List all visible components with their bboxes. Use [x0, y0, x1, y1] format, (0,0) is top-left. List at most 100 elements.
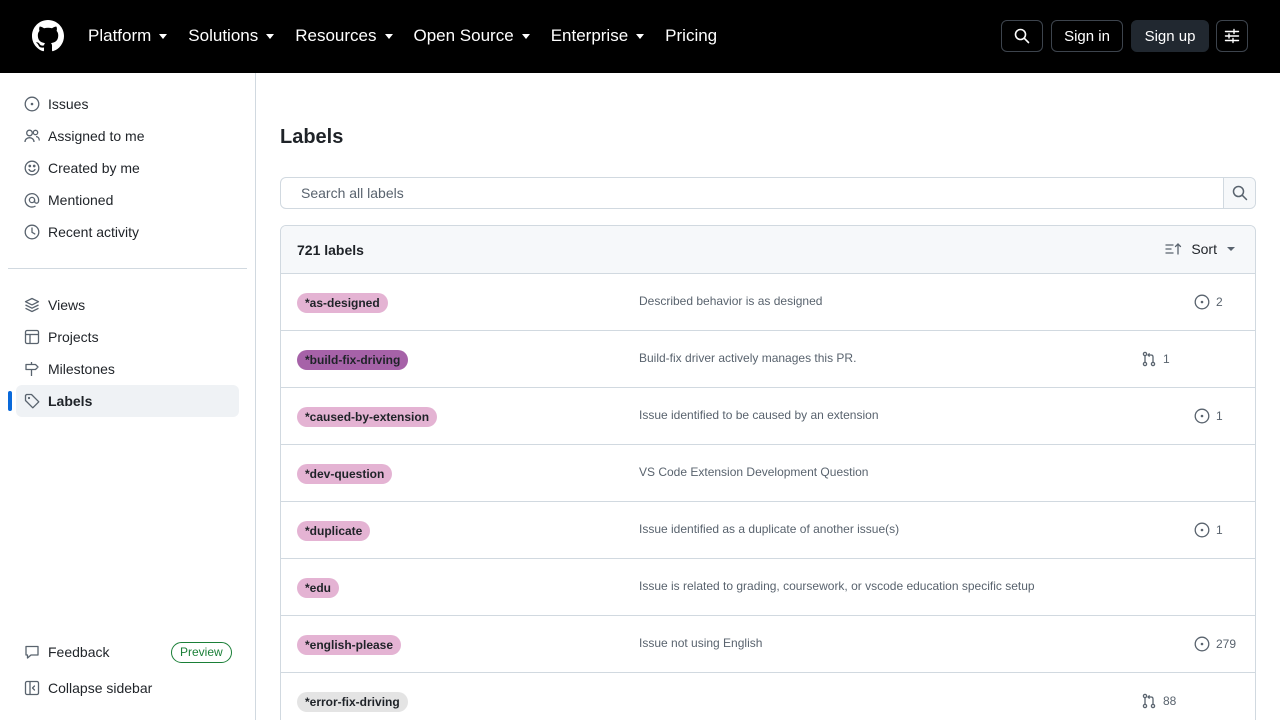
search-icon — [1232, 185, 1247, 201]
label-row: *duplicate Issue identified as a duplicat… — [281, 502, 1255, 559]
label-issue-count[interactable]: 2 — [1194, 294, 1223, 310]
label-description: Issue identified as a duplicate of anoth… — [639, 522, 900, 536]
labels-table-header: 721 labels Sort — [281, 226, 1255, 274]
sidebar-item-label: Milestones — [48, 361, 115, 377]
label-pill[interactable]: *edu — [297, 578, 340, 598]
nav-enterprise-label: Enterprise — [550, 26, 629, 45]
issue-open-icon — [1194, 294, 1210, 310]
nav-pricing[interactable]: Pricing — [665, 26, 717, 46]
label-pill[interactable]: *build-fix-driving — [297, 350, 409, 370]
sidebar-item-labels[interactable]: Labels — [8, 385, 239, 417]
sort-label: Sort — [1191, 241, 1217, 257]
people-icon — [24, 128, 40, 144]
label-count-value: 2 — [1216, 295, 1223, 309]
label-pr-count[interactable]: 88 — [1141, 693, 1176, 709]
issue-open-icon — [1194, 408, 1210, 424]
label-issue-count[interactable]: 1 — [1194, 408, 1223, 424]
stack-icon — [24, 297, 40, 313]
feedback-label: Feedback — [48, 644, 110, 660]
label-count-value: 1 — [1163, 352, 1170, 366]
label-pill[interactable]: *caused-by-extension — [297, 407, 438, 427]
sidebar-item-mentioned[interactable]: Mentioned — [16, 184, 239, 216]
label-pill[interactable]: *english-please — [297, 635, 402, 655]
label-pill[interactable]: *dev-question — [297, 464, 393, 484]
sidebar-item-label: Issues — [48, 96, 89, 112]
sidebar-item-label: Projects — [48, 329, 99, 345]
label-issue-count[interactable]: 279 — [1194, 636, 1236, 652]
nav-platform[interactable]: Platform — [88, 26, 168, 46]
top-header: Platform Solutions Resources Open Source… — [0, 0, 1280, 73]
label-description: Issue is related to grading, coursework,… — [639, 579, 1035, 593]
page-title: Labels — [280, 126, 344, 148]
label-row: *dev-question VS Code Extension Developme… — [281, 445, 1255, 502]
issue-open-icon — [24, 96, 40, 112]
label-count-value: 1 — [1216, 409, 1223, 423]
nav-solutions-label: Solutions — [188, 26, 259, 45]
sidebar-item-label: Mentioned — [48, 192, 114, 208]
chevron-down-icon — [521, 33, 530, 39]
label-issue-count[interactable]: 1 — [1194, 522, 1223, 538]
nav-solutions[interactable]: Solutions — [188, 26, 275, 46]
comment-icon — [24, 644, 40, 660]
label-count-value: 1 — [1216, 523, 1223, 537]
sidebar-item-label: Created by me — [48, 160, 140, 176]
sidebar-item-issues[interactable]: Issues — [16, 88, 239, 120]
label-row: *error-fix-driving 88 — [281, 673, 1255, 720]
sidebar-item-label: Views — [48, 297, 86, 313]
sidebar-item-label: Assigned to me — [48, 128, 145, 144]
collapse-sidebar-label: Collapse sidebar — [48, 680, 153, 696]
preview-badge: Preview — [171, 642, 232, 663]
issue-open-icon — [1194, 522, 1210, 538]
label-row: *caused-by-extension Issue identified to … — [281, 388, 1255, 445]
nav-resources-label: Resources — [295, 26, 377, 45]
sidebar-item-views[interactable]: Views — [16, 289, 239, 321]
header-search-button[interactable] — [1001, 20, 1043, 52]
label-description: Build-fix driver actively manages this P… — [639, 351, 857, 365]
sliders-icon — [1224, 28, 1240, 44]
collapse-sidebar-button[interactable]: Collapse sidebar — [16, 672, 239, 704]
nav-open-source-label: Open Source — [413, 26, 514, 45]
label-pill[interactable]: *as-designed — [297, 293, 388, 313]
pull-request-icon — [1142, 351, 1156, 367]
nav-pricing-label: Pricing — [665, 26, 718, 45]
sidebar-item-milestones[interactable]: Milestones — [16, 353, 239, 385]
labels-count: 721 labels — [297, 242, 364, 258]
search-input[interactable] — [281, 178, 1224, 208]
label-row: *as-designed Described behavior is as des… — [281, 274, 1255, 331]
search-icon — [1014, 28, 1030, 44]
label-pill[interactable]: *error-fix-driving — [297, 692, 408, 712]
nav-resources[interactable]: Resources — [295, 26, 393, 46]
sidebar-item-label: Labels — [48, 393, 93, 409]
sign-up-button[interactable]: Sign up — [1131, 20, 1209, 52]
label-description: Described behavior is as designed — [639, 294, 823, 308]
issue-open-icon — [1194, 636, 1210, 652]
label-search — [280, 177, 1256, 209]
nav-enterprise[interactable]: Enterprise — [550, 26, 645, 46]
nav-platform-label: Platform — [88, 26, 152, 45]
sidebar-item-projects[interactable]: Projects — [16, 321, 239, 353]
chevron-down-icon — [159, 33, 168, 39]
sidebar-item-assigned[interactable]: Assigned to me — [16, 120, 239, 152]
chevron-down-icon — [266, 33, 275, 39]
nav-open-source[interactable]: Open Source — [414, 26, 530, 46]
sidebar-divider — [8, 268, 247, 269]
header-menu-button[interactable] — [1216, 20, 1248, 52]
search-submit-button[interactable] — [1223, 178, 1255, 208]
table-icon — [24, 329, 40, 345]
github-logo-icon[interactable] — [32, 20, 64, 52]
milestone-icon — [24, 361, 40, 377]
label-row: *build-fix-driving Build-fix driver activ… — [281, 331, 1255, 388]
sidebar-item-recent[interactable]: Recent activity — [16, 216, 239, 248]
label-pr-count[interactable]: 1 — [1141, 351, 1170, 367]
smiley-icon — [24, 160, 40, 176]
sidebar-collapse-icon — [24, 680, 40, 696]
label-pill[interactable]: *duplicate — [297, 521, 371, 541]
sidebar: Issues Assigned to me Created by me Ment… — [0, 73, 256, 720]
sort-button[interactable]: Sort — [1165, 241, 1235, 257]
main-nav: Platform Solutions Resources Open Source… — [88, 24, 738, 48]
sign-in-button[interactable]: Sign in — [1051, 20, 1123, 52]
clock-icon — [24, 224, 40, 240]
chevron-down-icon — [636, 33, 645, 39]
sidebar-item-created[interactable]: Created by me — [16, 152, 239, 184]
label-description: Issue not using English — [639, 636, 763, 650]
